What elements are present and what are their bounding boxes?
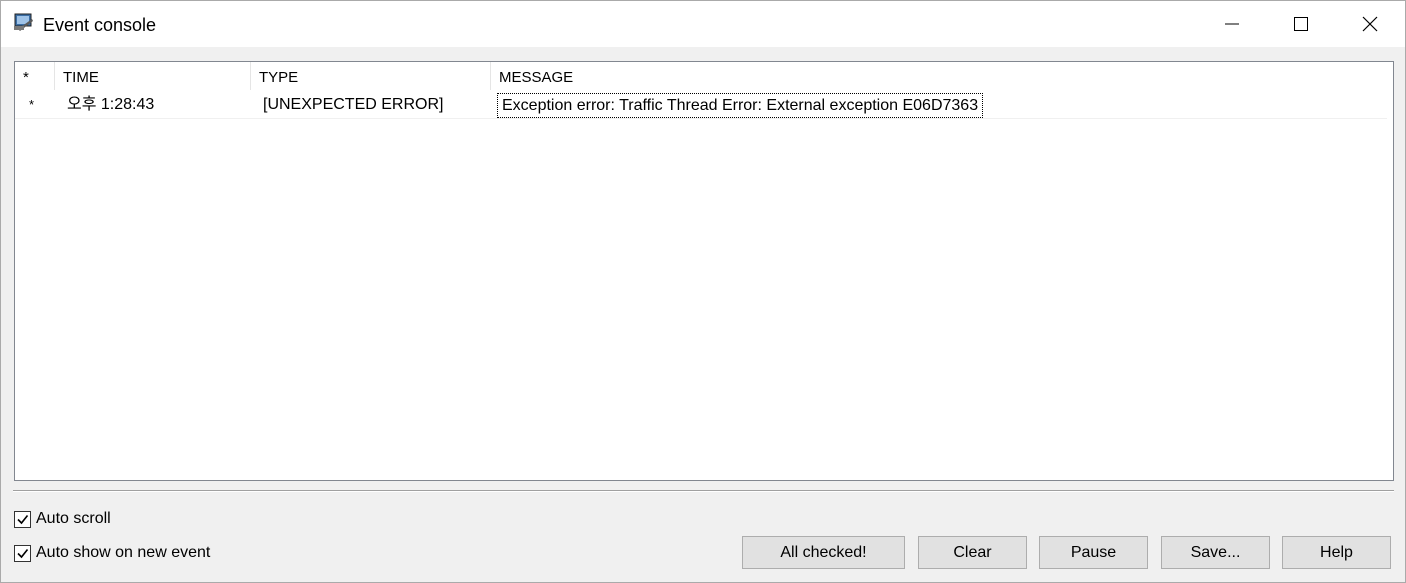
event-console-window: Event console * TIME TYPE MESSAGE * 오후 1…: [0, 0, 1406, 583]
help-button[interactable]: Help: [1282, 536, 1391, 569]
column-header-message[interactable]: MESSAGE: [491, 62, 1387, 90]
auto-show-checkbox[interactable]: Auto show on new event: [14, 544, 210, 562]
checkbox-checked-icon: [14, 544, 31, 562]
clear-button[interactable]: Clear: [918, 536, 1027, 569]
row-marker: *: [29, 97, 35, 112]
close-button[interactable]: [1335, 1, 1405, 47]
auto-scroll-checkbox[interactable]: Auto scroll: [14, 510, 111, 528]
row-message: Exception error: Traffic Thread Error: E…: [497, 93, 984, 118]
checkbox-checked-icon: [14, 510, 31, 528]
close-icon: [1362, 16, 1378, 32]
auto-scroll-label: Auto scroll: [36, 510, 111, 527]
all-checked-button[interactable]: All checked!: [742, 536, 905, 569]
divider: [13, 490, 1394, 492]
column-header-time[interactable]: TIME: [55, 62, 251, 90]
row-type: [UNEXPECTED ERROR]: [263, 96, 444, 113]
monitor-app-icon: [13, 13, 35, 33]
save-button[interactable]: Save...: [1161, 536, 1270, 569]
event-list[interactable]: * TIME TYPE MESSAGE * 오후 1:28:43 [UNEXPE…: [14, 61, 1394, 481]
title-bar[interactable]: Event console: [1, 1, 1405, 47]
auto-show-label: Auto show on new event: [36, 544, 211, 561]
pause-button[interactable]: Pause: [1039, 536, 1148, 569]
column-header-marker[interactable]: *: [15, 62, 55, 90]
window-title: Event console: [43, 15, 157, 35]
minimize-icon: [1225, 23, 1239, 25]
row-time: 오후 1:28:43: [67, 96, 155, 113]
maximize-button[interactable]: [1266, 1, 1336, 47]
minimize-button[interactable]: [1197, 1, 1267, 47]
maximize-icon: [1294, 17, 1308, 31]
list-header: * TIME TYPE MESSAGE: [15, 62, 1387, 90]
column-header-type[interactable]: TYPE: [251, 62, 491, 90]
table-row[interactable]: * 오후 1:28:43 [UNEXPECTED ERROR] Exceptio…: [15, 91, 1387, 119]
